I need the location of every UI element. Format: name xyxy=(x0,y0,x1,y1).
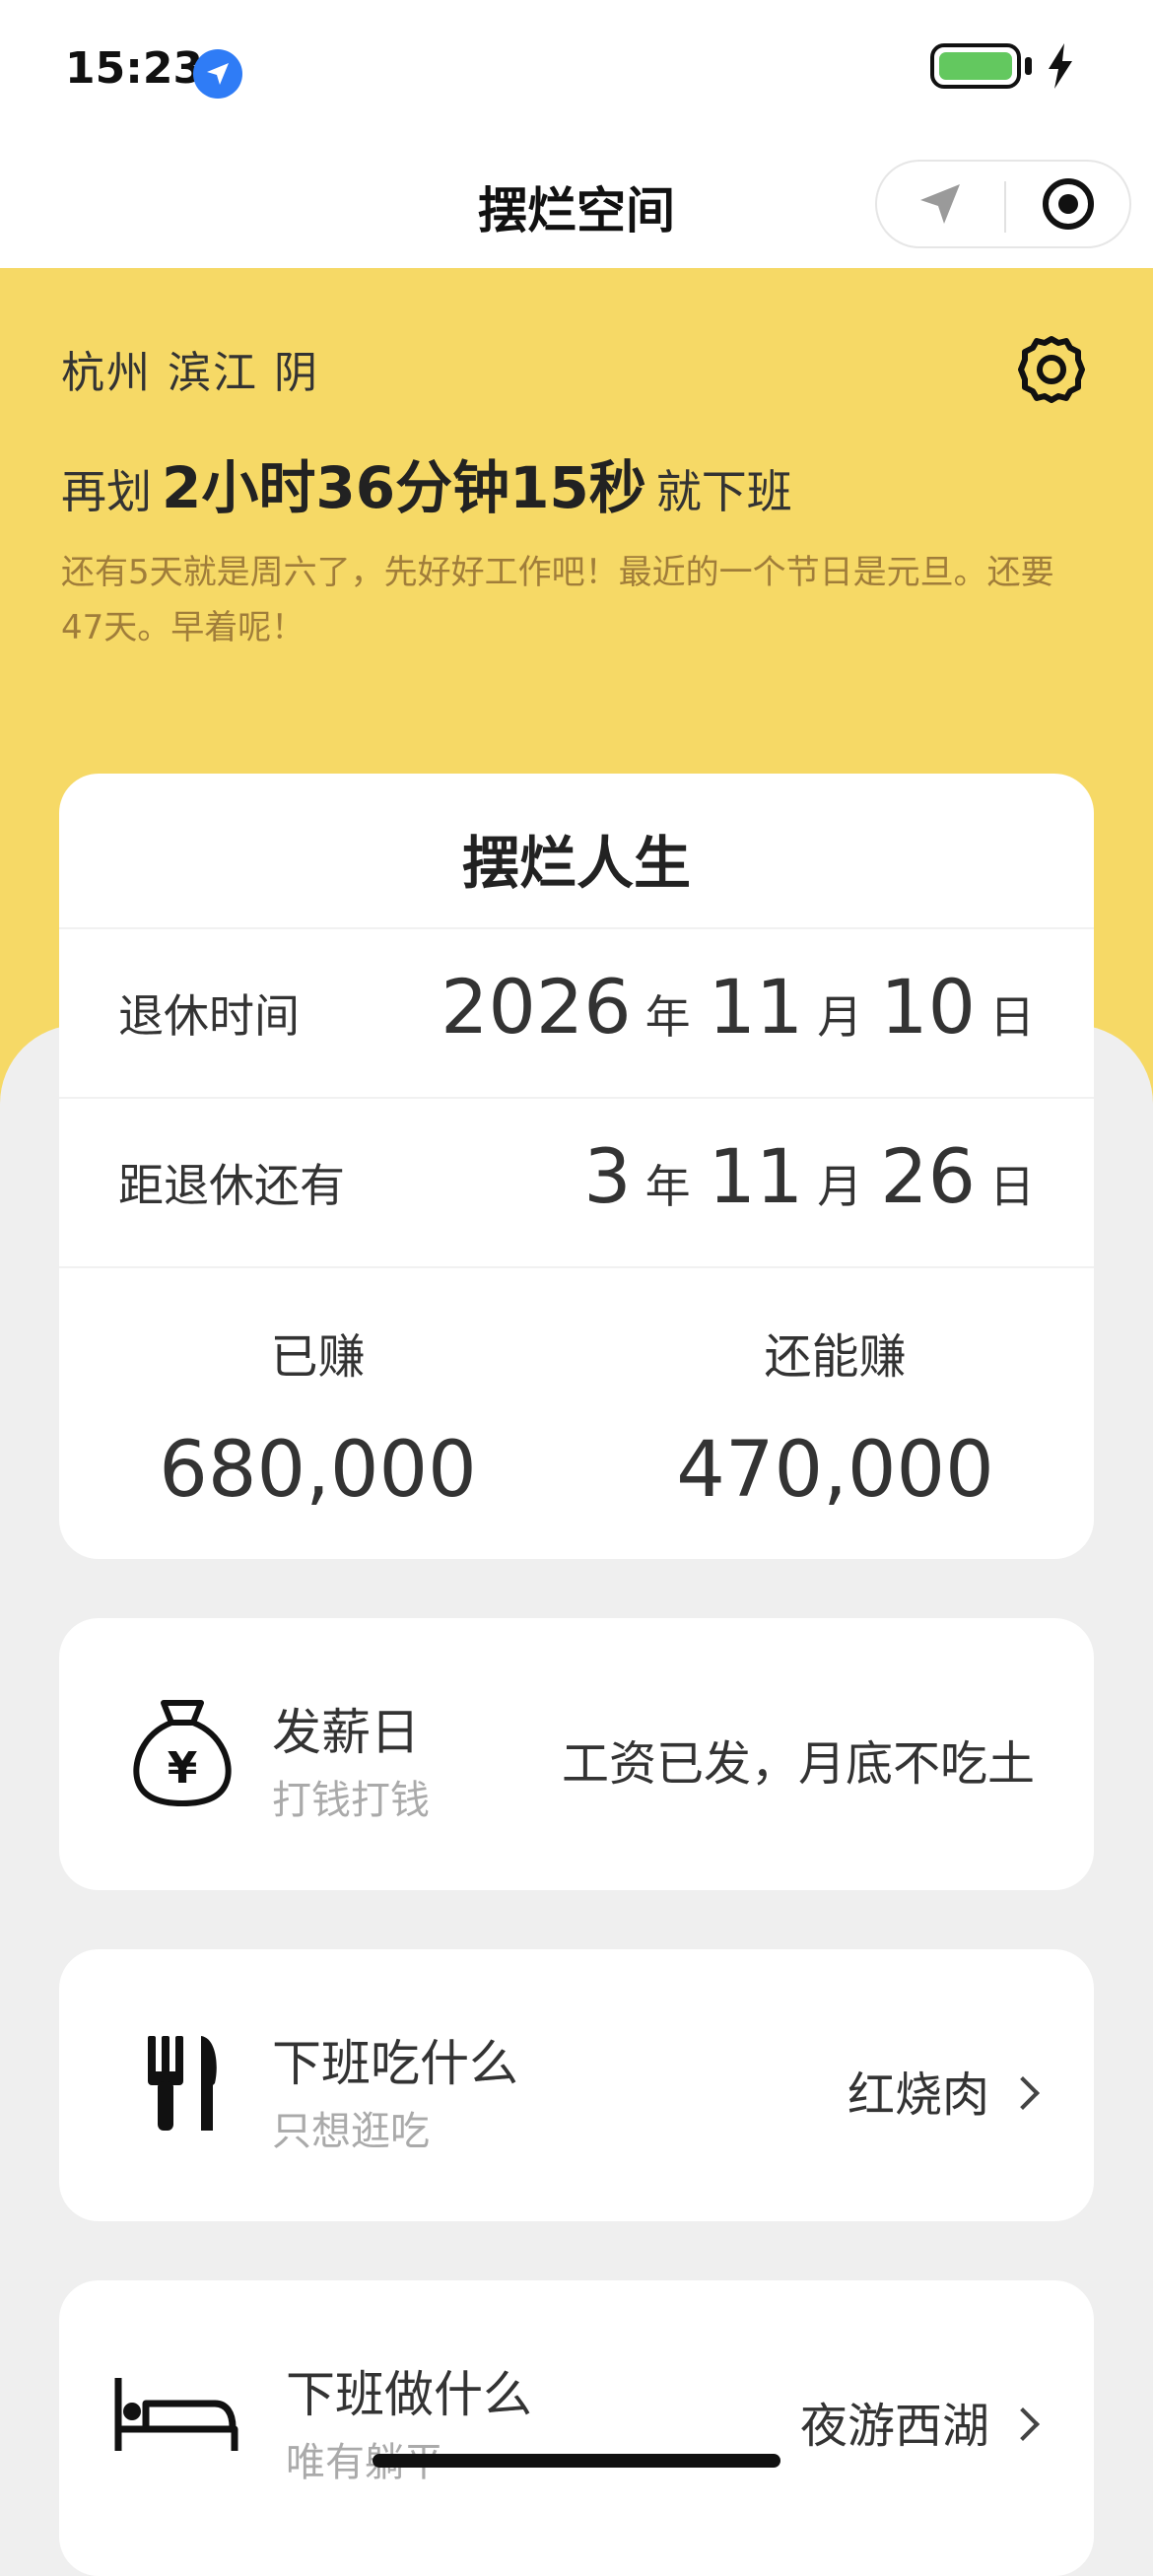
retire-year: 2026 xyxy=(441,963,632,1051)
money-bag-icon: ¥ xyxy=(118,1687,246,1815)
life-card: 摆烂人生 退休时间 2026 年 11 月 10 日 距退休还有 3 年 11 月 26 日 已赚 … xyxy=(59,774,1094,1559)
payday-status: 工资已发，月底不吃土 xyxy=(561,1736,1035,1792)
status-bar: 15:23 xyxy=(0,0,1153,148)
months-unit: 月 xyxy=(817,1160,863,1213)
payday-subtitle: 打钱打钱 xyxy=(272,1778,430,1823)
retire-date-row: 退休时间 2026 年 11 月 10 日 xyxy=(59,927,1094,1099)
settings-gear-icon[interactable] xyxy=(1015,333,1088,406)
can-earn-label: 还能赚 xyxy=(764,1329,907,1385)
location-arrow-icon xyxy=(193,49,242,99)
retire-date-label: 退休时间 xyxy=(118,989,300,1043)
off-work-countdown: 再划 2小时36分钟15秒 就下班 xyxy=(61,441,792,524)
chevron-right-icon xyxy=(1006,2407,1040,2441)
list-item-payday[interactable]: ¥ 发薪日 打钱打钱 工资已发，月底不吃土 xyxy=(59,1618,1094,1890)
svg-text:¥: ¥ xyxy=(168,1743,198,1794)
can-earn-value: 470,000 xyxy=(676,1426,994,1515)
battery-icon xyxy=(930,43,1021,89)
nav-bar: 摆烂空间 xyxy=(0,148,1153,268)
dinner-choice[interactable]: 红烧肉 xyxy=(848,2056,1040,2125)
utensils-icon xyxy=(118,2018,246,2146)
dinner-subtitle: 只想逛吃 xyxy=(272,2109,430,2154)
remaining-days: 26 xyxy=(880,1132,976,1220)
earnings-divider xyxy=(59,1266,1094,1268)
until-retire-value: 3 年 11 月 26 日 xyxy=(583,1132,1035,1220)
bed-icon xyxy=(99,2349,256,2477)
countdown-prefix: 再划 xyxy=(61,465,152,518)
countdown-suffix: 就下班 xyxy=(655,465,792,518)
location-weather: 杭州 滨江 阴 xyxy=(61,348,319,398)
list-item-after-work[interactable]: 下班做什么 唯有躺平 夜游西湖 xyxy=(59,2280,1094,2576)
life-card-title: 摆烂人生 xyxy=(461,830,691,897)
dinner-title: 下班吃什么 xyxy=(272,2035,518,2092)
retire-date-value: 2026 年 11 月 10 日 xyxy=(441,963,1035,1051)
payday-title: 发薪日 xyxy=(272,1704,420,1761)
retire-day: 10 xyxy=(880,963,976,1051)
day-unit: 日 xyxy=(989,990,1035,1044)
remaining-years: 3 xyxy=(583,1132,632,1220)
earned-value: 680,000 xyxy=(159,1426,477,1515)
location-button[interactable] xyxy=(877,162,1003,246)
after-work-choice[interactable]: 夜游西湖 xyxy=(800,2387,1040,2456)
charging-bolt-icon xyxy=(1049,43,1072,89)
chevron-right-icon xyxy=(1006,2076,1040,2110)
can-earn-block: 还能赚 470,000 xyxy=(576,1318,1094,1515)
until-retire-row: 距退休还有 3 年 11 月 26 日 xyxy=(59,1097,1094,1268)
navigation-arrow-icon xyxy=(920,184,960,224)
mini-program-capsule xyxy=(875,160,1131,248)
earned-label: 已赚 xyxy=(270,1329,366,1385)
list-item-dinner[interactable]: 下班吃什么 只想逛吃 红烧肉 xyxy=(59,1949,1094,2221)
after-work-title: 下班做什么 xyxy=(286,2366,532,2423)
year-unit: 年 xyxy=(644,990,691,1044)
home-indicator[interactable] xyxy=(373,2454,780,2468)
status-time: 15:23 xyxy=(65,43,204,94)
holiday-notice: 还有5天就是周六了，先好好工作吧！最近的一个节日是元旦。还要47天。早着呢！ xyxy=(61,553,1054,647)
battery-tip xyxy=(1025,57,1032,75)
until-retire-label: 距退休还有 xyxy=(118,1159,345,1212)
countdown-time: 2小时36分钟15秒 xyxy=(162,454,646,521)
years-unit: 年 xyxy=(644,1160,691,1213)
target-circle-icon xyxy=(1043,178,1094,230)
close-miniprogram-button[interactable] xyxy=(1005,162,1131,246)
month-unit: 月 xyxy=(817,990,863,1044)
remaining-months: 11 xyxy=(708,1132,804,1220)
earned-block: 已赚 680,000 xyxy=(59,1318,576,1515)
days-unit: 日 xyxy=(989,1160,1035,1213)
retire-month: 11 xyxy=(708,963,804,1051)
